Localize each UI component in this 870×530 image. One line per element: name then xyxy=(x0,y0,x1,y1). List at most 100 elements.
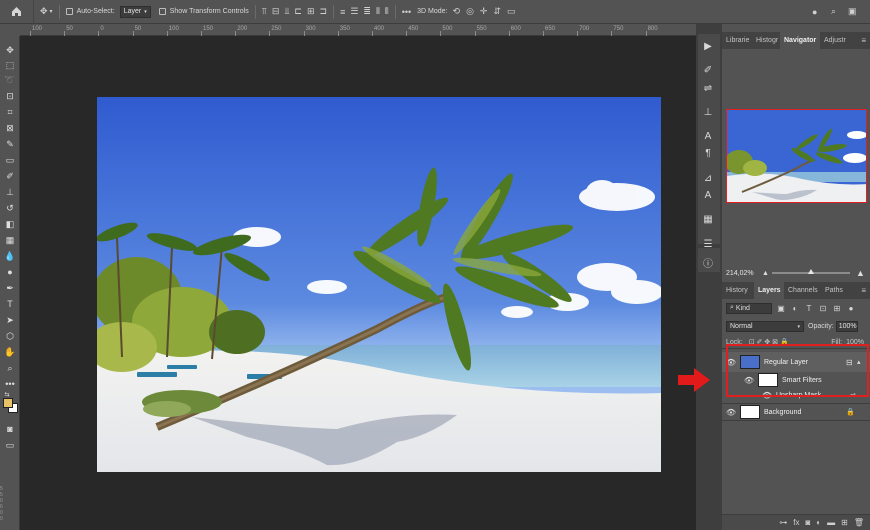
distribute-right-icon[interactable]: ⫴ xyxy=(385,6,389,17)
ruler-tick: 300 xyxy=(305,26,316,32)
brush-settings-icon[interactable]: ✐ xyxy=(702,64,714,76)
beach-photo[interactable] xyxy=(97,97,661,472)
tab-paths[interactable]: Paths xyxy=(821,282,847,299)
frame-tool-icon[interactable]: ⊠ xyxy=(4,122,16,134)
stamp-tool-icon[interactable]: ⊥ xyxy=(4,186,16,198)
zoom-in-icon[interactable]: ▲ xyxy=(856,268,865,278)
type-tool-icon[interactable]: T xyxy=(4,298,16,310)
properties-icon[interactable]: ⇌ xyxy=(702,82,714,94)
align-center-icon[interactable]: ⊞ xyxy=(307,6,315,17)
history-brush-icon[interactable]: ↺ xyxy=(4,202,16,214)
distribute-left-icon[interactable]: ⦀ xyxy=(376,6,380,17)
lasso-tool-icon[interactable]: ➰ xyxy=(4,74,16,86)
path-select-tool-icon[interactable]: ➤ xyxy=(4,314,16,326)
document-canvas[interactable] xyxy=(20,36,696,530)
zoom-tool-icon[interactable]: ⌕ xyxy=(4,362,16,374)
transform-controls-checkbox[interactable] xyxy=(158,8,166,15)
new-layer-icon[interactable]: ⊞ xyxy=(841,518,848,527)
auto-select-dropdown[interactable]: Layer ▾ xyxy=(119,5,151,18)
filter-type-icon[interactable]: T xyxy=(804,304,814,313)
blur-tool-icon[interactable]: 💧 xyxy=(4,250,16,262)
fx-icon[interactable]: fx xyxy=(793,518,799,527)
panel-menu-icon[interactable]: ≡ xyxy=(861,36,866,45)
character-styles-icon[interactable]: A xyxy=(702,189,714,201)
zoom-slider-thumb[interactable] xyxy=(808,269,814,274)
search-icon[interactable]: ⌕ xyxy=(831,6,836,17)
home-button[interactable] xyxy=(0,0,34,24)
tab-histogram[interactable]: Histogr xyxy=(752,32,780,49)
align-top-icon[interactable]: ⫪ xyxy=(262,6,267,17)
group-icon[interactable]: ▬ xyxy=(827,518,835,527)
3d-orbit-icon[interactable]: ⟲ xyxy=(453,6,461,17)
tab-navigator[interactable]: Navigator xyxy=(780,32,820,49)
zoom-out-icon[interactable]: ▲ xyxy=(762,270,769,277)
distribute-bottom-icon[interactable]: ≣ xyxy=(363,6,371,17)
chevron-down-icon[interactable]: ▾ xyxy=(50,8,53,15)
align-right-icon[interactable]: ⊐ xyxy=(320,6,328,17)
shape-tool-icon[interactable]: ⬡ xyxy=(4,330,16,342)
marquee-tool-icon[interactable]: ⬚ xyxy=(4,59,16,71)
navigator-thumbnail[interactable] xyxy=(726,109,867,203)
clone-source-icon[interactable]: ⊥ xyxy=(702,106,714,118)
foreground-color-swatch[interactable] xyxy=(3,398,13,408)
workspace-icon[interactable]: ▣ xyxy=(848,6,857,17)
quick-mask-icon[interactable]: ◙ xyxy=(4,423,16,435)
link-icon[interactable]: ⊶ xyxy=(779,518,787,527)
paragraph-icon[interactable]: ¶ xyxy=(702,147,714,159)
filter-shape-icon[interactable]: ⊡ xyxy=(818,304,828,313)
filter-toggle-icon[interactable]: ● xyxy=(846,304,856,313)
tab-history[interactable]: History xyxy=(722,282,754,299)
screen-mode-icon[interactable]: ▭ xyxy=(4,439,16,451)
crop-tool-icon[interactable]: ⌗ xyxy=(4,106,16,118)
opacity-field[interactable]: 100% xyxy=(835,321,858,332)
eye-icon[interactable]: 👁 xyxy=(722,408,740,417)
distribute-middle-icon[interactable]: ☰ xyxy=(350,6,358,17)
character-icon[interactable]: A xyxy=(702,130,714,142)
tab-adjustments[interactable]: Adjustr xyxy=(820,32,854,49)
zoom-value[interactable]: 214,02% xyxy=(726,270,754,277)
trash-icon[interactable]: 🗑 xyxy=(854,518,864,527)
eyedropper-tool-icon[interactable]: ✎ xyxy=(4,138,16,150)
swatches-icon[interactable]: ▦ xyxy=(702,213,714,225)
align-middle-icon[interactable]: ⊟ xyxy=(272,6,280,17)
top-tab-bar: Librarie Histogr Navigator Adjustr ≡ xyxy=(722,32,870,49)
healing-brush-icon[interactable]: ▭ xyxy=(4,154,16,166)
tab-layers[interactable]: Layers xyxy=(754,282,784,299)
adjustment-layer-icon[interactable]: ◐ xyxy=(816,518,821,527)
quick-select-tool-icon[interactable]: ⊡ xyxy=(4,90,16,102)
3d-pan-icon[interactable]: ✛ xyxy=(480,6,488,17)
vertical-ruler-tick: 0 xyxy=(0,516,3,522)
hand-tool-icon[interactable]: ✋ xyxy=(4,346,16,358)
kind-filter-dropdown[interactable]: ⌕ Kind xyxy=(726,302,772,314)
brush-tool-icon[interactable]: ✐ xyxy=(4,170,16,182)
distribute-top-icon[interactable]: ≡ xyxy=(340,7,345,17)
gradient-tool-icon[interactable]: ▦ xyxy=(4,234,16,246)
3d-slide-icon[interactable]: ⇵ xyxy=(493,6,501,17)
align-bottom-icon[interactable]: ⫫ xyxy=(284,6,289,17)
3d-roll-icon[interactable]: ◎ xyxy=(466,6,474,17)
filter-adjustment-icon[interactable]: ◐ xyxy=(790,304,800,313)
tab-libraries[interactable]: Librarie xyxy=(722,32,752,49)
eraser-tool-icon[interactable]: ◧ xyxy=(4,218,16,230)
move-tool-icon[interactable]: ✥ xyxy=(4,44,16,56)
chevron-down-icon: ▾ xyxy=(797,323,800,330)
play-icon[interactable]: ▶ xyxy=(702,40,714,52)
layer-row-background[interactable]: 👁 Background 🔒 xyxy=(722,403,870,421)
user-profile-icon[interactable]: ● xyxy=(812,7,817,17)
panel-menu-icon[interactable]: ≡ xyxy=(861,286,866,295)
adjustments-icon[interactable]: ☰ xyxy=(702,238,714,250)
glyphs-icon[interactable]: ⊿ xyxy=(702,172,714,184)
blend-mode-dropdown[interactable]: Normal ▾ xyxy=(726,321,804,332)
move-tool-icon[interactable]: ✥ xyxy=(40,6,48,17)
3d-camera-icon[interactable]: ▭ xyxy=(507,6,516,17)
pen-tool-icon[interactable]: ✒ xyxy=(4,282,16,294)
dodge-tool-icon[interactable]: ● xyxy=(4,266,16,278)
align-left-icon[interactable]: ⊏ xyxy=(294,6,302,17)
filter-smart-object-icon[interactable]: ⊞ xyxy=(832,304,842,313)
info-icon[interactable]: ⓘ xyxy=(702,256,714,270)
filter-pixel-icon[interactable]: ▣ xyxy=(776,304,786,313)
auto-select-checkbox[interactable] xyxy=(65,8,73,15)
tab-channels[interactable]: Channels xyxy=(784,282,821,299)
mask-icon[interactable]: ◙ xyxy=(805,518,810,527)
more-icon[interactable]: ••• xyxy=(402,7,411,17)
